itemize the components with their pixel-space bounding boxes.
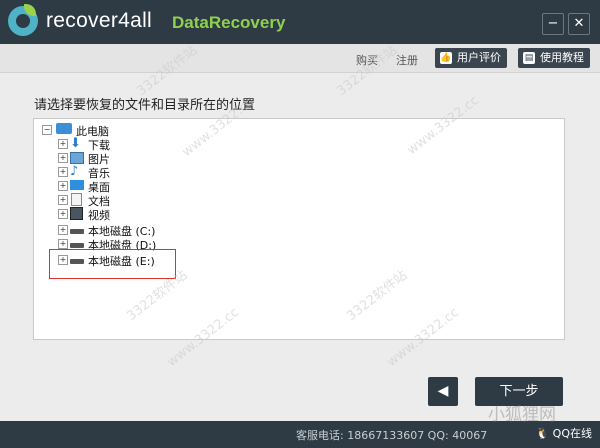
buy-link[interactable]: 购买 [356,52,378,68]
qq-icon: 🐧 [535,427,550,440]
expand-icon[interactable]: + [58,239,68,249]
expand-icon[interactable]: + [58,153,68,163]
register-link[interactable]: 注册 [396,52,418,68]
next-button[interactable]: 下一步 [475,377,563,406]
service-contact: 客服电话: 18667133607 QQ: 40067 [296,429,488,442]
qq-online-link[interactable]: 🐧 QQ在线 [535,425,592,441]
expand-icon[interactable]: + [58,181,68,191]
drive-icon [70,243,84,248]
toolbar: 购买 注册 👍 用户评价 ▤ 使用教程 [0,44,600,73]
collapse-icon[interactable]: − [42,125,52,135]
close-button[interactable]: ✕ [568,13,590,35]
expand-icon[interactable]: + [58,209,68,219]
desktop-icon [70,180,84,190]
expand-icon[interactable]: + [58,167,68,177]
title-bar: recover4all DataRecovery − ✕ [0,0,600,44]
drive-icon [70,229,84,234]
music-icon: ♪ [70,164,79,179]
product-name: DataRecovery [172,13,286,32]
download-icon: ⬇ [70,136,81,151]
app-logo-icon [8,4,38,36]
expand-icon[interactable]: + [58,225,68,235]
document-icon [71,193,82,206]
video-icon [70,207,83,220]
computer-icon [56,123,72,134]
book-icon: ▤ [523,52,535,64]
selection-highlight [49,249,176,279]
pictures-icon [70,152,84,164]
tutorial-button[interactable]: ▤ 使用教程 [518,48,590,68]
tutorial-label: 使用教程 [540,51,584,64]
qq-online-label: QQ在线 [552,427,592,440]
expand-icon[interactable]: + [58,139,68,149]
user-review-button[interactable]: 👍 用户评价 [435,48,507,68]
user-review-label: 用户评价 [457,51,501,64]
minimize-button[interactable]: − [542,13,564,35]
app-name: recover4all [46,9,153,32]
page-heading: 请选择要恢复的文件和目录所在的位置 [34,98,256,113]
back-button[interactable]: ◀ [428,377,458,406]
location-tree: − 此电脑 + ⬇ 下载 + 图片 + ♪ 音乐 + 桌面 + 文档 + 视频 … [33,118,565,340]
tree-item-label: 视频 [88,209,110,222]
expand-icon[interactable]: + [58,195,68,205]
thumbs-up-icon: 👍 [440,52,452,64]
